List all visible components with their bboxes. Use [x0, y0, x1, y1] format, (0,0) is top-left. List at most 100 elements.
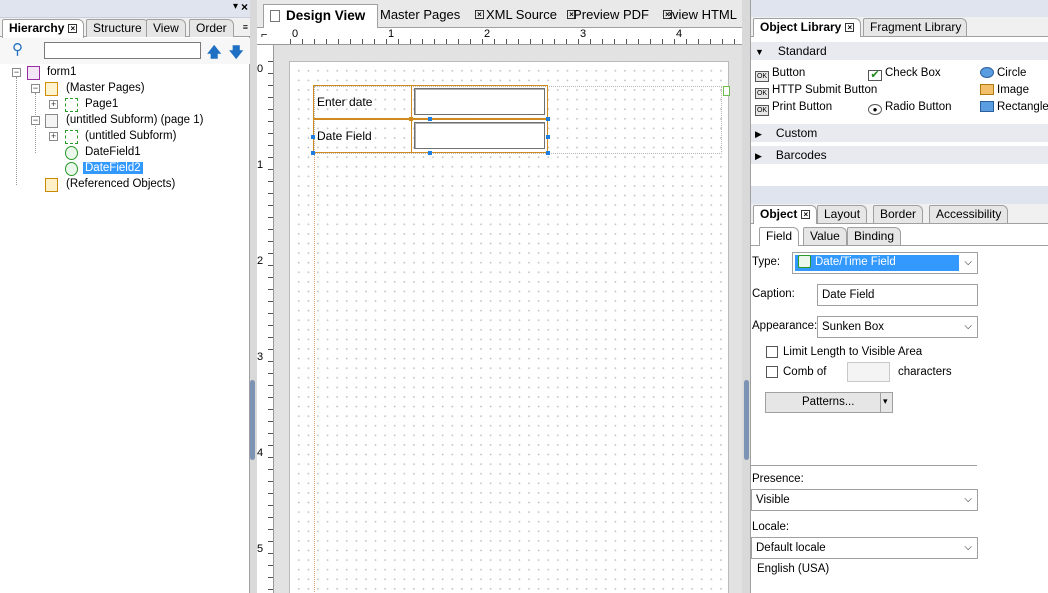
design-canvas[interactable]: Enter date Date Field	[274, 45, 742, 593]
type-select[interactable]: Date/Time Field ⌵	[792, 252, 978, 274]
tree-expander[interactable]: +	[49, 100, 58, 109]
search-input[interactable]	[44, 42, 201, 59]
patterns-button[interactable]: Patterns... ▾	[765, 392, 893, 413]
tab-value[interactable]: Value	[803, 227, 847, 245]
panel-options-icon[interactable]: ≡	[243, 22, 248, 32]
tab-label: Accessibility	[936, 207, 1002, 221]
tree-item-referenced-objects[interactable]: (Referenced Objects)	[66, 177, 175, 193]
tab-preview-pdf[interactable]: Preview PDF	[573, 4, 655, 28]
appearance-select[interactable]: Sunken Box ⌵	[817, 316, 978, 338]
resize-handle[interactable]	[546, 151, 550, 155]
tab-order[interactable]: Order	[189, 19, 234, 37]
chevron-down-icon: ⌵	[964, 257, 972, 268]
tab-layout[interactable]: Layout	[817, 205, 868, 223]
tab-label: Preview HTML	[669, 7, 737, 22]
tab-object[interactable]: Object ×	[753, 205, 818, 224]
tab-xml-source[interactable]: XML Source	[485, 4, 563, 28]
characters-label: characters	[898, 366, 952, 378]
tree-label: Page1	[85, 98, 119, 110]
comb-checkbox[interactable]	[766, 366, 778, 378]
library-item-check-box[interactable]: ✔ Check Box	[868, 66, 941, 81]
section-label: ▶ Barcodes	[755, 148, 827, 162]
library-item-print-button[interactable]: OK Print Button	[755, 100, 832, 116]
tree-expander[interactable]: −	[31, 116, 40, 125]
tree-item-form1[interactable]: form1	[47, 65, 76, 81]
resize-handle[interactable]	[546, 135, 550, 139]
caption-handle[interactable]	[409, 117, 413, 121]
item-label: HTTP Submit Button	[772, 84, 878, 96]
tree-label: (untitled Subform) (page 1)	[66, 114, 204, 126]
tree-expander[interactable]: −	[12, 68, 21, 77]
library-item-button[interactable]: OK Button	[755, 66, 805, 82]
tree-item-datefield1[interactable]: DateField1	[85, 145, 141, 161]
arrow-up-icon[interactable]: 🡅	[207, 42, 221, 66]
splitter-handle[interactable]	[744, 380, 749, 460]
date-input-box[interactable]	[414, 122, 545, 149]
tree-item-subform-page[interactable]: (untitled Subform) (page 1)	[66, 113, 203, 129]
locale-select[interactable]: Default locale ⌵	[751, 537, 978, 559]
tree-item-subform[interactable]: (untitled Subform)	[85, 129, 176, 145]
tab-view[interactable]: View	[146, 19, 186, 37]
tab-fragment-library[interactable]: Fragment Library	[863, 18, 967, 36]
right-splitter[interactable]	[742, 0, 750, 593]
limit-length-label: Limit Length to Visible Area	[783, 346, 923, 358]
panel-close-icon[interactable]: ×	[241, 0, 248, 14]
ruler-label: 1	[257, 159, 264, 171]
tree-item-master-pages[interactable]: (Master Pages)	[66, 81, 145, 97]
ruler-label: 2	[257, 255, 264, 267]
tab-accessibility[interactable]: Accessibility	[929, 205, 1009, 223]
presence-select[interactable]: Visible ⌵	[751, 489, 978, 511]
comb-count-input[interactable]	[847, 362, 890, 382]
caption-input[interactable]: Date Field	[817, 284, 978, 306]
close-tab-icon[interactable]: ×	[801, 210, 811, 219]
limit-length-checkbox[interactable]	[766, 346, 778, 358]
resize-handle[interactable]	[546, 117, 550, 121]
arrow-down-icon[interactable]: 🡇	[229, 42, 243, 66]
tree-expander[interactable]: +	[49, 132, 58, 141]
form-page[interactable]: Enter date Date Field	[289, 61, 730, 593]
ruler-ticks	[290, 39, 740, 44]
chevron-down-icon: ⌵	[964, 321, 972, 332]
tab-design-view[interactable]: Design View	[263, 4, 378, 28]
http-button-icon: OK	[755, 88, 769, 99]
date-field-2[interactable]: Date Field	[313, 119, 548, 153]
library-item-radio-button[interactable]: ● Radio Button	[868, 100, 952, 115]
panel-menu-icon[interactable]: ▾	[233, 1, 238, 12]
section-header-custom[interactable]: ▶ Custom	[751, 124, 1048, 142]
chevron-down-icon: ⌵	[964, 542, 972, 553]
tree-expander[interactable]: −	[31, 84, 40, 93]
resize-handle[interactable]	[428, 117, 432, 121]
caption-value: Date Field	[822, 289, 875, 301]
tab-hierarchy[interactable]: Hierarchy ×	[2, 19, 85, 38]
dropdown-arrow-icon[interactable]: ▾	[883, 396, 888, 407]
library-item-http-submit-button[interactable]: OK HTTP Submit Button	[755, 83, 877, 99]
tab-master-pages[interactable]: Master Pages	[374, 4, 469, 28]
library-item-circle[interactable]: Circle	[980, 66, 1026, 80]
tree-item-page1[interactable]: Page1	[85, 97, 118, 113]
tab-preview-html[interactable]: Preview HTML	[669, 4, 743, 28]
section-header-standard[interactable]: ▼ Standard	[751, 42, 1048, 60]
tab-structure[interactable]: Structure	[86, 19, 149, 37]
left-splitter[interactable]	[250, 0, 257, 593]
close-tab-icon[interactable]: ×	[845, 23, 855, 32]
search-icon[interactable]: ⚲	[12, 40, 23, 58]
tree-label: DateField1	[85, 146, 141, 158]
library-item-image[interactable]: Image	[980, 83, 1029, 97]
tab-binding[interactable]: Binding	[847, 227, 902, 245]
tree-item-datefield2[interactable]: DateField2	[83, 161, 143, 177]
library-item-rectangle[interactable]: Rectangle	[980, 100, 1048, 114]
close-tab-icon[interactable]: ×	[475, 10, 484, 19]
resize-handle[interactable]	[311, 135, 315, 139]
circle-icon	[980, 67, 994, 78]
date-input-box[interactable]	[414, 88, 545, 115]
tab-border[interactable]: Border	[873, 205, 924, 223]
section-header-barcodes[interactable]: ▶ Barcodes	[751, 146, 1048, 164]
field-caption: Date Field	[317, 129, 372, 143]
close-tab-icon[interactable]: ×	[68, 24, 78, 33]
resize-handle[interactable]	[311, 151, 315, 155]
resize-handle[interactable]	[428, 151, 432, 155]
date-field-1[interactable]: Enter date	[313, 85, 548, 119]
splitter-handle[interactable]	[250, 380, 255, 460]
tab-field[interactable]: Field	[759, 227, 800, 246]
tab-object-library[interactable]: Object Library ×	[753, 18, 862, 37]
